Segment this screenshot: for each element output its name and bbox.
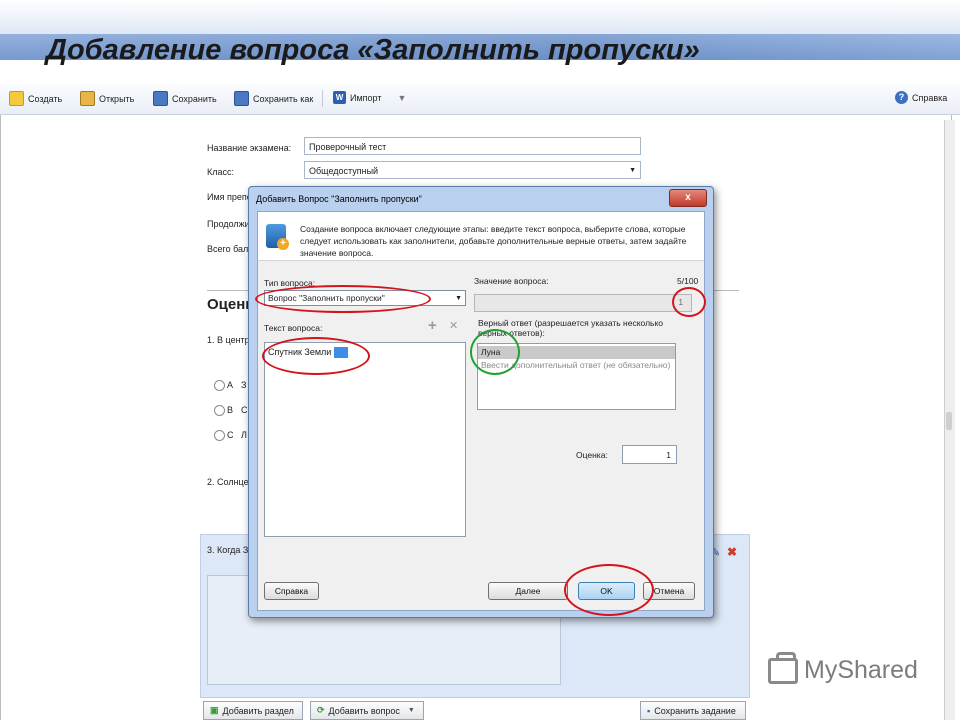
add-question-icon: ⟳ bbox=[317, 705, 325, 715]
add-question-button[interactable]: ⟳ Добавить вопрос ▼ bbox=[310, 701, 424, 720]
add-question-label: Добавить вопрос bbox=[328, 705, 400, 716]
word-document-icon: W bbox=[333, 91, 346, 104]
main-toolbar: Создать Открыть Сохранить Сохранить как … bbox=[0, 84, 960, 115]
briefcase-icon bbox=[768, 651, 798, 684]
folder-open-icon bbox=[80, 91, 95, 106]
dialog-body: + Создание вопроса включает следующие эт… bbox=[257, 211, 705, 611]
chevron-down-icon[interactable]: ▼ bbox=[408, 707, 415, 714]
save-task-label: Сохранить задание bbox=[654, 705, 736, 716]
question-text-label: Текст вопроса: bbox=[264, 323, 323, 333]
help-button[interactable]: ? Справка bbox=[895, 91, 947, 104]
class-label: Класс: bbox=[207, 167, 234, 177]
myshared-watermark: MyShared bbox=[768, 651, 918, 685]
help-label: Справка bbox=[912, 92, 948, 103]
add-plus-icon: + bbox=[277, 238, 289, 250]
create-label: Создать bbox=[28, 93, 63, 104]
highlight-ok-button bbox=[564, 564, 654, 616]
chevron-down-icon[interactable]: ▼ bbox=[397, 93, 406, 103]
dialog-title: Добавить Вопрос "Заполнить пропуски" bbox=[256, 194, 422, 204]
dialog-help-button[interactable]: Справка bbox=[264, 582, 319, 600]
remove-icon[interactable]: ✕ bbox=[449, 319, 458, 332]
save-as-label: Сохранить как bbox=[253, 93, 314, 104]
option-c-text: Л bbox=[241, 430, 247, 440]
fill-blanks-dialog: Добавить Вопрос "Заполнить пропуски" x +… bbox=[248, 186, 714, 618]
highlight-question-type bbox=[255, 285, 431, 313]
highlight-correct-answer bbox=[470, 329, 520, 375]
option-b-radio[interactable] bbox=[214, 405, 225, 416]
option-c-radio[interactable] bbox=[214, 430, 225, 441]
question-value-field[interactable]: 1 bbox=[474, 294, 692, 312]
save-button[interactable]: Сохранить bbox=[153, 91, 217, 106]
add-icon[interactable]: + bbox=[428, 317, 437, 334]
help-icon: ? bbox=[895, 91, 908, 104]
exam-name-input[interactable]: Проверочный тест bbox=[304, 137, 641, 155]
scrollbar-thumb[interactable] bbox=[946, 412, 952, 430]
option-a-letter: A bbox=[227, 380, 234, 390]
add-section-button[interactable]: ▣ Добавить раздел bbox=[203, 701, 303, 720]
slide-title: Добавление вопроса «Заполнить пропуски» bbox=[46, 34, 700, 66]
dialog-description: Создание вопроса включает следующие этап… bbox=[300, 224, 687, 258]
save-task-button[interactable]: ▪ Сохранить задание bbox=[640, 701, 746, 720]
import-button[interactable]: W Импорт ▼ bbox=[333, 91, 406, 104]
save-as-button[interactable]: Сохранить как bbox=[234, 91, 313, 106]
class-select[interactable]: Общедоступный ▼ bbox=[304, 161, 641, 179]
duration-label: Продолжит bbox=[207, 219, 254, 229]
brand-name: MyShared bbox=[804, 656, 918, 684]
open-button[interactable]: Открыть bbox=[80, 91, 134, 106]
save-icon bbox=[153, 91, 168, 106]
save-label: Сохранить bbox=[172, 93, 217, 104]
total-label: Всего балл bbox=[207, 244, 254, 254]
question-value-counter: 5/100 bbox=[677, 276, 699, 286]
save-as-icon bbox=[234, 91, 249, 106]
score-value: 1 bbox=[666, 450, 671, 460]
open-label: Открыть bbox=[99, 93, 135, 104]
exam-name-label: Название экзамена: bbox=[207, 143, 292, 153]
chevron-down-icon: ▼ bbox=[455, 295, 462, 302]
new-file-icon bbox=[9, 91, 24, 106]
option-b-letter: B bbox=[227, 405, 234, 415]
create-button[interactable]: Создать bbox=[9, 91, 62, 106]
option-a-radio[interactable] bbox=[214, 380, 225, 391]
option-b-text: С bbox=[241, 405, 248, 415]
highlight-question-value bbox=[672, 287, 706, 317]
dialog-header: + Создание вопроса включает следующие эт… bbox=[258, 212, 704, 261]
section-heading: Оценк bbox=[207, 296, 253, 313]
add-section-icon: ▣ bbox=[210, 705, 219, 715]
score-input[interactable]: 1 bbox=[622, 445, 677, 464]
score-label: Оценка: bbox=[576, 450, 608, 460]
chevron-down-icon: ▼ bbox=[629, 167, 636, 174]
option-c-letter: C bbox=[227, 430, 234, 440]
option-a-text: З bbox=[241, 380, 247, 390]
next-button[interactable]: Далее bbox=[488, 582, 568, 600]
add-section-label: Добавить раздел bbox=[222, 705, 294, 716]
question-1-text: 1. В центр bbox=[207, 335, 250, 345]
toolbar-separator bbox=[322, 90, 323, 107]
class-select-value: Общедоступный bbox=[309, 166, 379, 176]
question-value-label: Значение вопроса: bbox=[474, 276, 549, 286]
question-3-text: 3. Когда З bbox=[207, 545, 249, 555]
save-icon: ▪ bbox=[647, 705, 651, 716]
delete-icon[interactable]: ✖ bbox=[727, 545, 737, 559]
import-label: Импорт bbox=[350, 92, 382, 103]
highlight-question-text bbox=[262, 337, 370, 375]
close-button[interactable]: x bbox=[669, 189, 707, 207]
